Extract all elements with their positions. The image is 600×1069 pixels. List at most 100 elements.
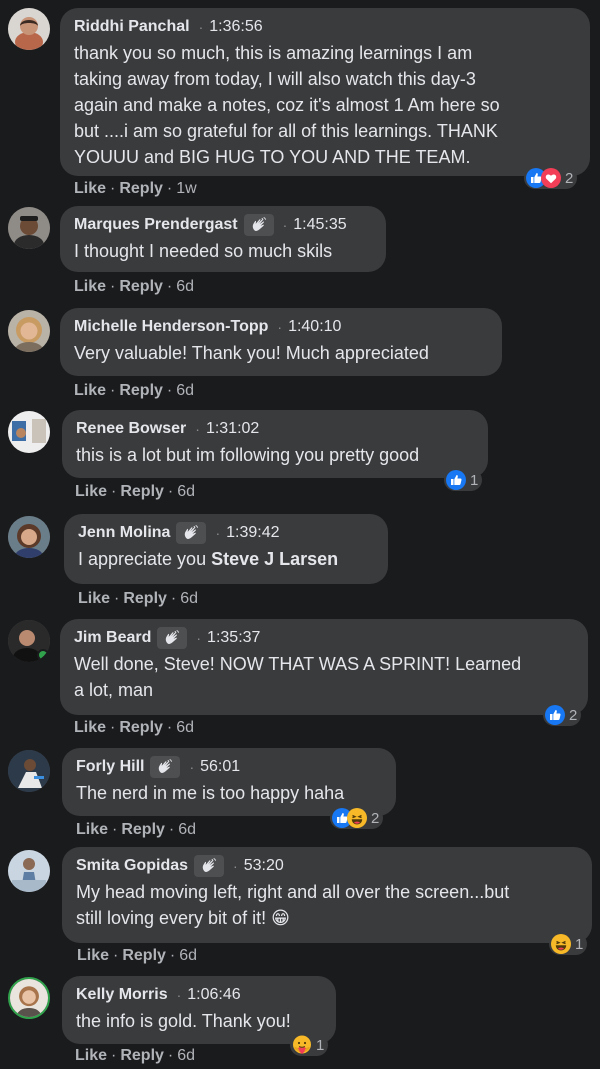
commenter-name[interactable]: Forly Hill bbox=[76, 758, 144, 776]
like-button[interactable]: Like bbox=[76, 821, 108, 838]
like-button[interactable]: Like bbox=[75, 1047, 107, 1064]
avatar[interactable] bbox=[8, 516, 50, 558]
reply-button[interactable]: Reply bbox=[120, 1047, 164, 1064]
reactions-summary[interactable]: 1 bbox=[290, 1034, 329, 1056]
reactions-summary[interactable]: 2 bbox=[524, 167, 578, 189]
comment-line: YOUUU and BIG HUG TO YOU AND THE TEAM. bbox=[74, 147, 471, 167]
separator-dot: · bbox=[195, 421, 200, 437]
reply-button[interactable]: Reply bbox=[121, 821, 165, 838]
comment-age[interactable]: 6d bbox=[176, 719, 194, 736]
top-fan-icon bbox=[250, 216, 268, 234]
separator-dot: · bbox=[112, 821, 118, 838]
love-icon bbox=[541, 168, 561, 188]
top-fan-badge[interactable] bbox=[157, 627, 188, 649]
comment-age[interactable]: 6d bbox=[176, 382, 194, 399]
separator-dot: · bbox=[196, 630, 202, 646]
comment-bubble: Jenn Molina · 1:39:42 I appreciate you S… bbox=[64, 514, 388, 584]
separator-dot: · bbox=[111, 1047, 117, 1064]
comment-line: I appreciate you bbox=[78, 549, 212, 569]
comment-text: My head moving left, right and all over … bbox=[76, 879, 580, 931]
separator-dot: · bbox=[282, 217, 288, 233]
reactions-summary[interactable]: 2 bbox=[543, 704, 582, 726]
video-timestamp[interactable]: 53:20 bbox=[244, 857, 284, 875]
comment-line: I thought I needed so much skils bbox=[74, 241, 333, 261]
separator-dot: · bbox=[114, 590, 120, 607]
avatar[interactable] bbox=[8, 207, 50, 249]
video-timestamp[interactable]: 1:39:42 bbox=[226, 524, 279, 542]
top-fan-icon bbox=[182, 524, 200, 542]
comment-age[interactable]: 6d bbox=[176, 278, 194, 295]
avatar[interactable] bbox=[8, 8, 50, 50]
comment-age[interactable]: 6d bbox=[177, 483, 195, 500]
avatar[interactable] bbox=[8, 411, 50, 453]
comment-line: My head moving left, right and all over … bbox=[76, 882, 510, 902]
reply-button[interactable]: Reply bbox=[119, 382, 163, 399]
avatar[interactable] bbox=[8, 850, 50, 892]
top-fan-badge[interactable] bbox=[194, 855, 225, 877]
comment-age[interactable]: 6d bbox=[180, 590, 198, 607]
video-timestamp[interactable]: 56:01 bbox=[200, 758, 240, 776]
avatar[interactable] bbox=[8, 310, 50, 352]
reply-button[interactable]: Reply bbox=[119, 180, 163, 197]
top-fan-badge[interactable] bbox=[243, 214, 274, 236]
video-timestamp[interactable]: 1:45:35 bbox=[293, 216, 346, 234]
commenter-name[interactable]: Smita Gopidas bbox=[76, 857, 188, 875]
reply-button[interactable]: Reply bbox=[123, 590, 167, 607]
like-button[interactable]: Like bbox=[77, 947, 109, 964]
comment-bubble: Kelly Morris · 1:06:46 the info is gold.… bbox=[62, 976, 336, 1044]
separator-dot: · bbox=[198, 19, 204, 35]
reply-button[interactable]: Reply bbox=[119, 719, 163, 736]
comment-line: a lot, man bbox=[74, 680, 154, 700]
reaction-count: 2 bbox=[565, 169, 574, 187]
avatar[interactable] bbox=[8, 977, 50, 1019]
commenter-name[interactable]: Riddhi Panchal bbox=[74, 18, 190, 36]
like-button[interactable]: Like bbox=[74, 278, 106, 295]
comment-bubble: Jim Beard · 1:35:37 Well done, Steve! NO… bbox=[60, 619, 588, 715]
comment-actions: Like · Reply · 6d bbox=[74, 278, 194, 296]
reply-button[interactable]: Reply bbox=[120, 483, 164, 500]
commenter-name[interactable]: Kelly Morris bbox=[76, 986, 168, 1004]
top-fan-badge[interactable] bbox=[150, 756, 181, 778]
reactions-summary[interactable]: 1 bbox=[549, 933, 588, 955]
comment-age[interactable]: 6d bbox=[179, 947, 197, 964]
reply-button[interactable]: Reply bbox=[122, 947, 166, 964]
video-timestamp[interactable]: 1:36:56 bbox=[209, 18, 262, 36]
like-button[interactable]: Like bbox=[78, 590, 110, 607]
separator-dot: · bbox=[113, 947, 119, 964]
like-button[interactable]: Like bbox=[74, 719, 106, 736]
comment-text: the info is gold. Thank you! bbox=[76, 1008, 324, 1034]
video-timestamp[interactable]: 1:40:10 bbox=[288, 318, 341, 336]
comment-line: still loving every bit of it! 😁 bbox=[76, 908, 290, 928]
separator-dot: · bbox=[167, 483, 174, 500]
avatar[interactable] bbox=[8, 620, 50, 662]
reactions-summary[interactable]: 1 bbox=[444, 469, 483, 491]
commenter-name[interactable]: Renee Bowser bbox=[76, 420, 186, 438]
comment-text: I appreciate you Steve J Larsen bbox=[78, 546, 376, 572]
top-fan-badge[interactable] bbox=[176, 522, 207, 544]
video-timestamp[interactable]: 1:35:37 bbox=[207, 629, 260, 647]
comment-age[interactable]: 6d bbox=[177, 1047, 195, 1064]
comment-line: thank you so much, this is amazing learn… bbox=[74, 43, 473, 63]
commenter-name[interactable]: Jenn Molina bbox=[78, 524, 170, 542]
commenter-name[interactable]: Jim Beard bbox=[74, 629, 151, 647]
reactions-summary[interactable]: 2 bbox=[330, 807, 384, 829]
reply-button[interactable]: Reply bbox=[119, 278, 163, 295]
video-timestamp[interactable]: 1:31:02 bbox=[206, 420, 259, 438]
mention-link[interactable]: Steve J Larsen bbox=[211, 549, 338, 569]
top-fan-icon bbox=[200, 857, 218, 875]
comment-age[interactable]: 1w bbox=[176, 180, 196, 197]
video-timestamp[interactable]: 1:06:46 bbox=[187, 986, 240, 1004]
comment-line: the info is gold. Thank you! bbox=[76, 1011, 291, 1031]
commenter-name[interactable]: Michelle Henderson-Topp bbox=[74, 318, 268, 336]
comment-age[interactable]: 6d bbox=[178, 821, 196, 838]
like-button[interactable]: Like bbox=[74, 180, 106, 197]
like-icon bbox=[446, 470, 466, 490]
comment-line: again and make a notes, coz it's almost … bbox=[74, 95, 500, 115]
commenter-name[interactable]: Marques Prendergast bbox=[74, 216, 238, 234]
comment-bubble: Renee Bowser · 1:31:02 this is a lot but… bbox=[62, 410, 488, 478]
like-button[interactable]: Like bbox=[75, 483, 107, 500]
avatar[interactable] bbox=[8, 750, 50, 792]
like-button[interactable]: Like bbox=[74, 382, 106, 399]
separator-dot: · bbox=[110, 180, 116, 197]
comment-actions: Like · Reply · 6d bbox=[75, 1047, 195, 1065]
